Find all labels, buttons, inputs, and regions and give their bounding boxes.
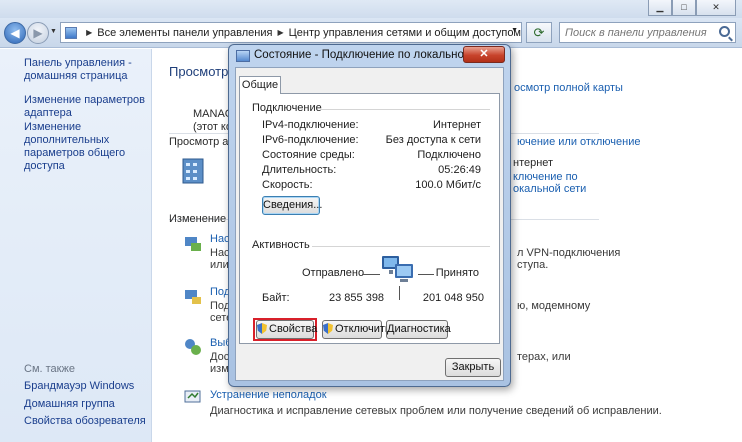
back-button[interactable]: ◀ — [4, 22, 26, 44]
received-line — [418, 274, 434, 275]
bytes-label: Байт: — [262, 292, 290, 304]
shield-icon — [257, 323, 267, 334]
minimize-button[interactable]: ▁ — [648, 0, 672, 16]
shield-icon — [323, 323, 333, 334]
properties-button-label: Свойства — [269, 323, 318, 335]
address-bar[interactable]: ▶ Все элементы панели управления ▶ Центр… — [60, 22, 522, 43]
sidebar-link-sharing-settings[interactable]: Изменение дополнительных параметров обще… — [24, 121, 149, 173]
address-dropdown-icon[interactable]: ▼ — [511, 27, 518, 34]
group-divider — [312, 246, 490, 247]
breadcrumb-network-center[interactable]: Центр управления сетями и общим доступом — [289, 27, 521, 39]
refresh-button[interactable]: ⟳ — [526, 22, 552, 43]
disable-button-label: Отключить — [335, 323, 391, 335]
sidebar-link-adapter-settings[interactable]: Изменение параметров адаптера — [24, 94, 149, 120]
activity-group-title: Активность — [252, 239, 310, 251]
lan-connection-link-2[interactable]: окальной сети — [513, 183, 586, 195]
connect-network-desc-right: ю, модемному — [517, 300, 591, 312]
general-tab-panel: Подключение IPv4-подключение: Интернет I… — [239, 93, 500, 344]
breadcrumb-separator-icon[interactable]: ▶ — [86, 28, 92, 37]
close-button[interactable]: Закрыть — [445, 358, 501, 377]
network-building-icon — [182, 158, 204, 184]
ipv6-label: IPv6-подключение: — [262, 134, 359, 146]
sidebar-link-firewall[interactable]: Брандмауэр Windows — [24, 380, 149, 393]
title-bar: ▁ □ ✕ — [0, 0, 742, 18]
network-connection-icon — [236, 50, 250, 62]
connect-disconnect-link[interactable]: ючение или отключение — [517, 136, 640, 148]
troubleshoot-desc: Диагностика и исправление сетевых пробле… — [210, 405, 662, 417]
received-label: Принято — [435, 267, 479, 279]
network-setup-icon — [185, 237, 201, 251]
setup-connection-desc-right-2: ступа. — [517, 259, 549, 271]
tab-general[interactable]: Общие — [239, 76, 281, 94]
close-window-button[interactable]: ✕ — [696, 0, 736, 16]
ipv6-value: Без доступа к сети — [385, 134, 481, 146]
sidebar-link-internet-options[interactable]: Свойства обозревателя — [24, 415, 149, 428]
sent-line — [362, 274, 380, 275]
activity-divider — [399, 286, 400, 300]
connect-network-icon — [185, 290, 201, 304]
media-state-value: Подключено — [417, 149, 481, 161]
homegroup-icon — [185, 339, 201, 355]
ipv4-label: IPv4-подключение: — [262, 119, 359, 131]
breadcrumb-all-items[interactable]: Все элементы панели управления — [97, 27, 272, 39]
connection-group-title: Подключение — [252, 102, 322, 114]
breadcrumb-separator-icon[interactable]: ▶ — [277, 28, 283, 37]
see-also-title: См. также — [24, 363, 75, 375]
media-state-label: Состояние среды: — [262, 149, 355, 161]
details-button[interactable]: Сведения... — [262, 196, 322, 215]
ipv4-value: Интернет — [433, 119, 481, 131]
bytes-sent-value: 23 855 398 — [329, 292, 385, 304]
properties-button[interactable]: Свойства — [256, 320, 318, 339]
full-map-link[interactable]: осмотр полной карты — [514, 82, 623, 94]
sidebar: Панель управления - домашняя страница Из… — [0, 49, 152, 442]
bytes-received-value: 201 048 950 — [422, 292, 484, 304]
network-activity-icon — [382, 256, 413, 282]
homegroup-desc-right: терах, или — [517, 351, 571, 363]
disable-button[interactable]: Отключить — [322, 320, 391, 339]
duration-value: 05:26:49 — [438, 164, 481, 176]
sidebar-link-homegroup[interactable]: Домашняя группа — [24, 398, 149, 411]
search-icon[interactable] — [719, 26, 730, 37]
troubleshoot-link[interactable]: Устранение неполадок — [210, 389, 327, 401]
group-divider — [320, 109, 490, 110]
dialog-body: Общие Подключение IPv4-подключение: Инте… — [235, 67, 504, 381]
speed-label: Скорость: — [262, 179, 313, 191]
search-box[interactable] — [559, 22, 736, 43]
diagnose-button[interactable]: Диагностика — [386, 320, 451, 339]
control-panel-icon — [65, 26, 78, 39]
page-heading: Просмотр — [169, 64, 229, 79]
forward-button[interactable]: ▶ — [27, 22, 49, 44]
sent-label: Отправлено — [302, 267, 365, 279]
lan-connection-link[interactable]: ключение по — [513, 171, 578, 183]
search-input[interactable] — [560, 23, 715, 42]
duration-label: Длительность: — [262, 164, 337, 176]
access-type-value: нтернет — [513, 157, 554, 169]
setup-connection-desc-2: или — [210, 259, 229, 271]
troubleshoot-icon — [184, 390, 201, 403]
setup-connection-desc-right: л VPN-подключения — [517, 247, 621, 259]
connection-status-dialog: Состояние - Подключение по локальной сет… — [228, 44, 511, 387]
recent-pages-dropdown-icon[interactable]: ▼ — [50, 28, 57, 35]
dialog-close-button[interactable]: ✕ — [463, 46, 505, 63]
maximize-button[interactable]: □ — [672, 0, 696, 16]
dialog-title: Состояние - Подключение по локальной сет… — [254, 49, 497, 61]
speed-value: 100.0 Мбит/с — [415, 179, 481, 191]
window-controls: ▁ □ ✕ — [648, 0, 736, 16]
sidebar-link-home[interactable]: Панель управления - домашняя страница — [24, 57, 149, 83]
